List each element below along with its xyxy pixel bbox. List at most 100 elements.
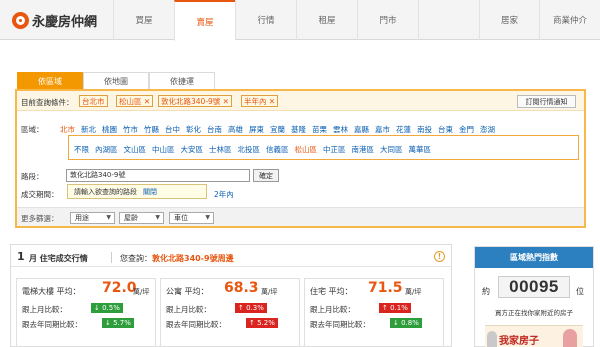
district-link[interactable]: 北投區 (238, 145, 261, 154)
card-label: 住宅 平均： (310, 286, 353, 297)
city-link[interactable]: 桃園 (102, 125, 117, 134)
tab-by-mrt[interactable]: 依捷運 (149, 72, 215, 89)
market-section: 1 月 住宅成交行情 您查詢：敦化北路340-9號周邊 ! 電梯大樓 平均： 7… (10, 244, 452, 347)
card-label: 公寓 平均： (166, 286, 209, 297)
city-link[interactable]: 彰化 (186, 125, 201, 134)
city-link[interactable]: 新北 (81, 125, 96, 134)
price-card-residence: 住宅 平均： 71.5 萬/坪 跟上月比較： ↑ 0.1% 跟去年同期比較： ↓… (304, 278, 444, 347)
yoy-label: 跟去年同期比較： (22, 320, 82, 329)
city-link[interactable]: 澎湖 (480, 125, 495, 134)
top-nav: 永慶房仲網 買屋 賣屋 行情 租屋 門市 居家 商業仲介 (0, 0, 600, 41)
nav-tab-market[interactable]: 行情 (235, 0, 296, 40)
city-link[interactable]: 南投 (417, 125, 432, 134)
mom-badge: ↑ 0.1% (379, 303, 411, 313)
city-link[interactable]: 嘉市 (375, 125, 390, 134)
city-link[interactable]: 北市 (60, 125, 75, 134)
nav-tab-commercial[interactable]: 商業仲介 (539, 0, 600, 40)
district-link[interactable]: 中正區 (323, 145, 346, 154)
district-link[interactable]: 中山區 (152, 145, 175, 154)
counter-unit: 位 (576, 287, 584, 296)
city-link[interactable]: 苗栗 (312, 125, 327, 134)
nav-spacer (418, 0, 479, 40)
subscribe-button[interactable]: 訂閱行情通知 (517, 95, 576, 108)
search-panel: 目前查詢條件： 台北市 松山區 ✕ 敦化北路340-9號 ✕ 半年內 ✕ 訂閱行… (15, 89, 586, 228)
district-link[interactable]: 內湖區 (95, 145, 118, 154)
parking-select[interactable]: 車位 ▼ (169, 212, 214, 224)
price-card-elevator: 電梯大樓 平均： 72.0 萬/坪 跟上月比較： ↓ 0.5% 跟去年同期比較：… (16, 278, 156, 347)
card-type: 住宅 (310, 287, 326, 296)
chevron-down-icon: ▼ (155, 214, 160, 221)
chip-road[interactable]: 敦化北路340-9號 ✕ (158, 95, 232, 107)
road-confirm-button[interactable]: 確定 (253, 169, 279, 182)
road-hint-tooltip: 請輸入欲查詢的路段 關閉 (67, 184, 207, 199)
tooltip-close-link[interactable]: 關閉 (143, 187, 157, 197)
market-month: 1 (17, 250, 25, 263)
avg-label: 平均： (56, 287, 81, 296)
city-link[interactable]: 竹縣 (144, 125, 159, 134)
mom-badge: ↓ 0.5% (91, 303, 123, 313)
nav-tab-home[interactable]: 居家 (479, 0, 539, 40)
period-option-2y[interactable]: 2年內 (214, 189, 234, 200)
tab-by-district[interactable]: 依區域 (17, 72, 83, 89)
divider (111, 252, 112, 263)
card-unit: 萬/坪 (133, 288, 150, 296)
mom-label: 跟上月比較： (22, 305, 67, 314)
parking-select-value: 車位 (174, 214, 188, 222)
usage-select[interactable]: 用途 ▼ (70, 212, 115, 224)
city-link[interactable]: 宜蘭 (270, 125, 285, 134)
logo[interactable]: 永慶房仲網 (12, 11, 97, 30)
district-link[interactable]: 南港區 (352, 145, 375, 154)
city-link[interactable]: 台南 (207, 125, 222, 134)
district-link[interactable]: 文山區 (124, 145, 147, 154)
usage-select-value: 用途 (75, 214, 89, 222)
card-type: 電梯大樓 (22, 287, 54, 296)
hot-index-widget: 區域熱門指數 約 00095 位 買方正在找你家附近的房子 我家房子 (474, 246, 594, 347)
yoy-label: 跟去年同期比較： (310, 320, 370, 329)
city-link[interactable]: 嘉縣 (354, 125, 369, 134)
card-type: 公寓 (166, 287, 182, 296)
approx-label: 約 (482, 287, 490, 296)
yoy-label: 跟去年同期比較： (166, 320, 226, 329)
person-illustration (487, 331, 497, 347)
query-label: 您查詢： (120, 254, 152, 263)
card-price: 68.3 (224, 280, 259, 296)
district-link[interactable]: 萬華區 (409, 145, 432, 154)
promo-banner[interactable]: 我家房子 (485, 325, 583, 347)
card-label: 電梯大樓 平均： (22, 286, 81, 297)
nav-tab-sell[interactable]: 賣屋 (174, 0, 235, 41)
tab-by-map[interactable]: 依地圖 (83, 72, 149, 89)
card-price: 71.5 (368, 280, 403, 296)
district-box: 不限 內湖區 文山區 中山區 大安區 士林區 北投區 信義區 松山區 中正區 南港區 大同區 萬華區 (68, 135, 579, 160)
district-link[interactable]: 大安區 (181, 145, 204, 154)
nav-tab-store[interactable]: 門市 (357, 0, 418, 40)
mom-badge: ↑ 0.3% (235, 303, 267, 313)
road-input[interactable]: 敦化北路340-9號 (66, 169, 250, 182)
age-select-value: 屋齡 (124, 214, 138, 222)
chip-district[interactable]: 松山區 ✕ (116, 95, 154, 107)
nav-tab-rent[interactable]: 租屋 (296, 0, 357, 40)
age-select[interactable]: 屋齡 ▼ (119, 212, 164, 224)
deal-period-label: 成交期間： (21, 190, 59, 199)
chip-city[interactable]: 台北市 (79, 95, 108, 107)
city-link[interactable]: 高雄 (228, 125, 243, 134)
district-link[interactable]: 大同區 (380, 145, 403, 154)
city-link[interactable]: 屏東 (249, 125, 264, 134)
city-link[interactable]: 基隆 (291, 125, 306, 134)
district-link[interactable]: 信義區 (266, 145, 289, 154)
city-link[interactable]: 金門 (459, 125, 474, 134)
nav-tab-buy[interactable]: 買屋 (113, 0, 174, 40)
city-link[interactable]: 花蓮 (396, 125, 411, 134)
city-link[interactable]: 台中 (165, 125, 180, 134)
district-link-selected[interactable]: 松山區 (295, 145, 318, 154)
district-link[interactable]: 不限 (74, 145, 89, 154)
market-header: 1 月 住宅成交行情 您查詢：敦化北路340-9號周邊 ! (11, 245, 451, 267)
city-link[interactable]: 竹市 (123, 125, 138, 134)
city-link[interactable]: 雲林 (333, 125, 348, 134)
current-query-bar: 目前查詢條件： 台北市 松山區 ✕ 敦化北路340-9號 ✕ 半年內 ✕ 訂閱行… (17, 91, 584, 111)
chip-period[interactable]: 半年內 ✕ (241, 95, 279, 107)
info-icon[interactable]: ! (434, 251, 445, 262)
city-link[interactable]: 台東 (438, 125, 453, 134)
district-link[interactable]: 士林區 (209, 145, 232, 154)
mom-label: 跟上月比較： (166, 305, 211, 314)
yoy-badge: ↑ 5.2% (246, 318, 278, 328)
